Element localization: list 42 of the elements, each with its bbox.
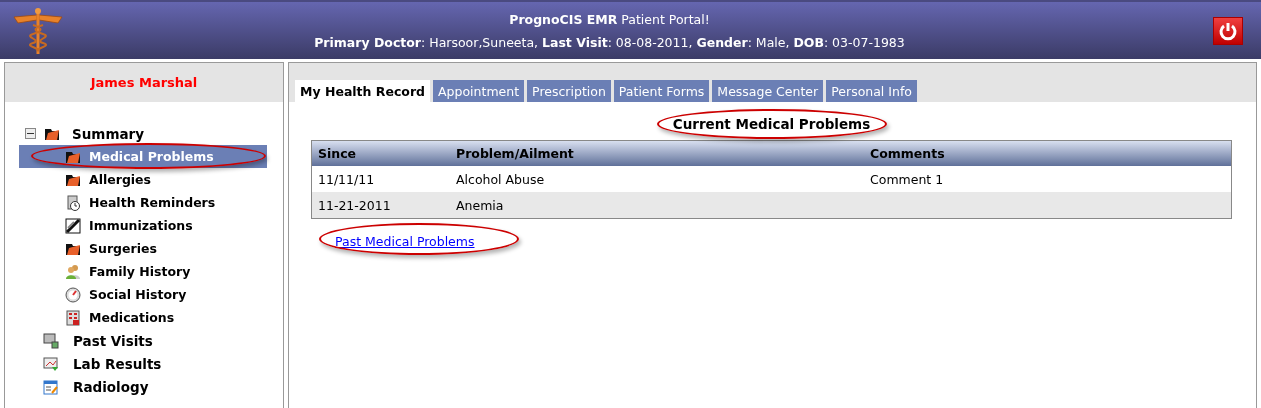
tab[interactable]: Appointment (433, 80, 525, 102)
pills-icon (65, 309, 81, 326)
past-problems-link[interactable]: Past Medical Problems (335, 234, 475, 249)
tree-item[interactable]: Surgeries (89, 241, 157, 256)
tree-item[interactable]: Health Reminders (89, 195, 216, 210)
clock-icon (65, 194, 81, 211)
table-cell-text: Anemia (455, 197, 505, 213)
tree-item[interactable]: Social History (89, 287, 187, 302)
column-header: Problem/Ailment (455, 146, 575, 161)
chart-icon (43, 355, 59, 372)
tab[interactable]: Patient Forms (613, 80, 710, 102)
people-icon (65, 263, 81, 280)
table-cell-text: 11/11/11 (317, 171, 376, 187)
column-header: Comments (869, 146, 946, 161)
patient-summary: Primary Doctor: Harsoor,Suneeta, Last Visit: 08-08-2011, Gender: Male, DOB: 03-07-1983 (314, 34, 905, 50)
tree-item[interactable]: Past Visits (73, 332, 153, 349)
tab[interactable]: Prescription (527, 80, 611, 102)
tree-item[interactable]: Family History (89, 264, 191, 279)
collapse-toggle[interactable] (25, 128, 36, 139)
column-header: Since (317, 146, 358, 161)
selected-tree-item[interactable]: Medical Problems (19, 145, 267, 168)
gauge-icon (65, 286, 81, 303)
tree-item[interactable]: Summary (72, 125, 145, 142)
tree-item[interactable]: Radiology (73, 378, 149, 395)
table-cell-text: Alcohol Abuse (455, 171, 546, 187)
patient-name: James Marshal (90, 75, 198, 90)
power-button[interactable] (1213, 16, 1243, 45)
tab[interactable]: Personal Info (826, 80, 917, 102)
table-cell-text: Comment 1 (869, 171, 945, 187)
tree-item[interactable]: Allergies (89, 172, 152, 187)
portal-title: PrognoCIS EMR Patient Portal! (509, 11, 710, 27)
notepad-icon (43, 378, 59, 395)
tree-item[interactable]: Medical Problems (89, 149, 214, 164)
tree-item[interactable]: Lab Results (73, 355, 162, 372)
tab[interactable]: Message Center (712, 80, 824, 102)
computer-icon (43, 332, 59, 349)
section-title: Current Medical Problems (672, 116, 871, 132)
tree-item[interactable]: Medications (89, 310, 175, 325)
table-cell-text: 11-21-2011 (317, 197, 392, 213)
tab[interactable]: My Health Record (295, 80, 431, 102)
caduceus-icon (10, 6, 66, 55)
tree-item[interactable]: Immunizations (89, 218, 193, 233)
